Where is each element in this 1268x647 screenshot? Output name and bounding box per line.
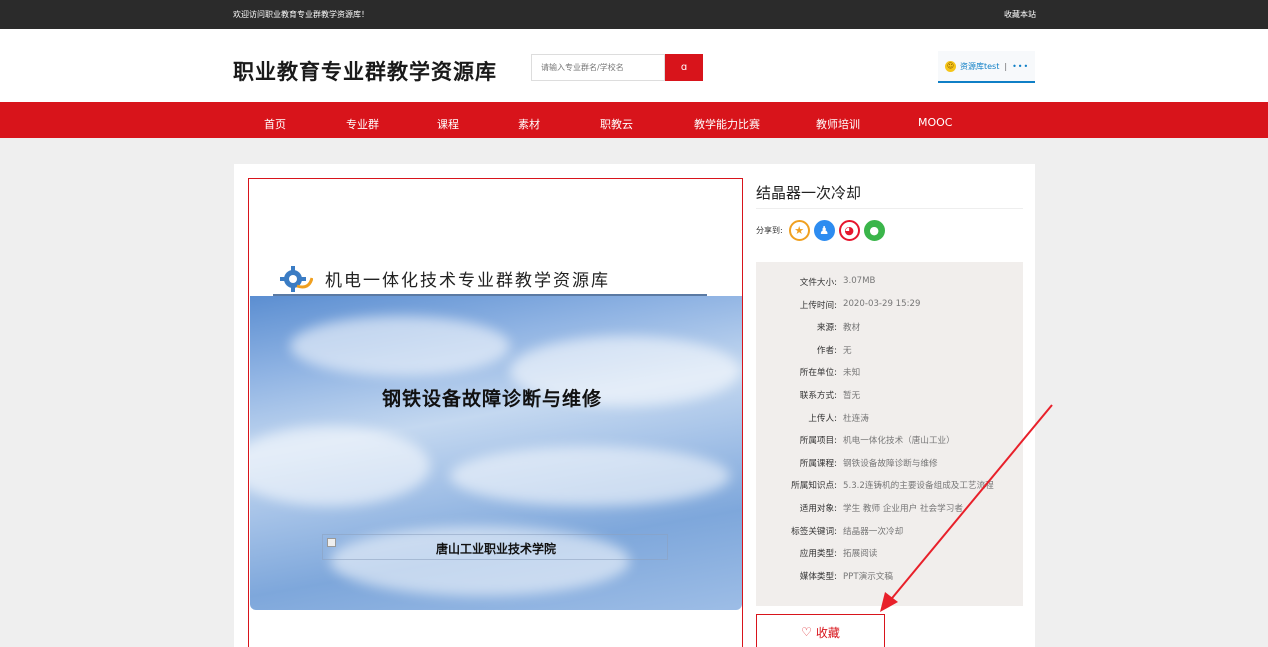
add-favorite-link[interactable]: 收藏本站: [1004, 9, 1036, 20]
info-row: 媒体类型: PPT演示文稿: [756, 570, 1023, 593]
info-value: 无: [843, 345, 852, 356]
slide-header: 机电一体化技术专业群教学资源库: [277, 261, 707, 296]
document-preview[interactable]: 机电一体化技术专业群教学资源库 钢铁设备故障诊断与维修 唐山工业职业技术学院: [248, 178, 743, 647]
info-row: 文件大小: 3.07MB: [756, 276, 1023, 299]
info-label: 来源:: [816, 323, 837, 334]
info-value: 拓展阅读: [843, 549, 878, 560]
search-button[interactable]: ɑ: [665, 54, 703, 81]
info-label: 适用对象:: [799, 503, 837, 514]
info-value: 5.3.2连铸机的主要设备组成及工艺流程: [843, 481, 994, 492]
info-label: 媒体类型:: [799, 571, 837, 582]
info-row: 上传人: 杜连涛: [756, 412, 1023, 435]
info-label: 所属项目:: [799, 436, 837, 447]
slide-footer-box: 唐山工业职业技术学院: [322, 534, 668, 560]
info-row: 所属项目: 机电一体化技术（唐山工业）: [756, 434, 1023, 457]
user-name[interactable]: 资源库test: [960, 61, 999, 72]
share-label: 分享到:: [756, 226, 783, 235]
weibo-icon[interactable]: ◕: [838, 220, 860, 241]
info-label: 应用类型:: [799, 549, 837, 560]
nav-item-specialty-group[interactable]: 专业群: [346, 116, 379, 132]
resource-info-box: 文件大小: 3.07MB 上传时间: 2020-03-29 15:29 来源: 教材 …: [756, 262, 1023, 606]
site-logo[interactable]: 职业教育专业群教学资源库: [233, 56, 497, 86]
avatar: ☺: [945, 60, 956, 72]
info-value: 杜连涛: [843, 413, 869, 424]
info-row: 应用类型: 拓展阅读: [756, 547, 1023, 570]
slide-footer-text: 唐山工业职业技术学院: [435, 542, 556, 556]
info-value: 钢铁设备故障诊断与维修: [843, 458, 938, 469]
info-label: 作者:: [816, 345, 837, 356]
top-bar: 欢迎访问职业教育专业群教学资源库！ 收藏本站: [0, 0, 1268, 29]
info-row: 联系方式: 暂无: [756, 389, 1023, 412]
gear-logo-icon: [280, 265, 313, 292]
info-row: 所在单位: 未知: [756, 366, 1023, 389]
info-label: 联系方式:: [799, 390, 837, 401]
info-value: 暂无: [843, 390, 861, 401]
main-nav: 首页 专业群 课程 素材 职教云 教学能力比赛 教师培训 MOOC: [0, 102, 1268, 138]
slide-title: 机电一体化技术专业群教学资源库: [325, 271, 610, 291]
nav-item-materials[interactable]: 素材: [518, 116, 540, 132]
info-value: 机电一体化技术（唐山工业）: [843, 436, 955, 447]
info-row: 所属课程: 钢铁设备故障诊断与维修: [756, 457, 1023, 480]
info-label: 所属知识点:: [791, 481, 837, 492]
user-menu[interactable]: ☺ 资源库test | •••: [938, 51, 1035, 83]
star-icon[interactable]: ★: [788, 220, 810, 241]
slide-background: 钢铁设备故障诊断与维修 唐山工业职业技术学院: [250, 296, 742, 610]
info-value: 学生 教师 企业用户 社会学习者: [843, 503, 963, 514]
info-value: PPT演示文稿: [843, 571, 893, 582]
info-value: 3.07MB: [843, 276, 876, 286]
info-value: 教材: [843, 323, 861, 334]
info-value: 2020-03-29 15:29: [843, 298, 921, 309]
info-label: 所属课程:: [799, 458, 837, 469]
info-row: 来源: 教材: [756, 321, 1023, 344]
nav-item-home[interactable]: 首页: [264, 116, 286, 132]
info-row: 上传时间: 2020-03-29 15:29: [756, 299, 1023, 322]
heart-icon: ♡: [801, 625, 812, 639]
info-label: 文件大小:: [799, 278, 837, 288]
title-divider: [756, 208, 1023, 209]
info-row: 作者: 无: [756, 344, 1023, 367]
nav-item-teacher-training[interactable]: 教师培训: [816, 116, 860, 132]
info-label: 上传时间:: [799, 300, 837, 311]
welcome-text: 欢迎访问职业教育专业群教学资源库！: [233, 10, 369, 19]
search-input[interactable]: [531, 54, 665, 81]
info-row: 适用对象: 学生 教师 企业用户 社会学习者: [756, 502, 1023, 525]
qq-icon[interactable]: ♟: [813, 220, 835, 241]
nav-item-mooc[interactable]: MOOC: [918, 116, 953, 129]
collect-button[interactable]: ♡ 收藏: [756, 614, 885, 647]
user-separator: |: [1004, 61, 1008, 71]
header: 职业教育专业群教学资源库 ɑ ☺ 资源库test | •••: [0, 29, 1268, 102]
more-icon[interactable]: •••: [1012, 62, 1029, 71]
collect-label: 收藏: [815, 625, 840, 640]
wechat-icon[interactable]: ●: [863, 220, 885, 241]
nav-item-teaching-competition[interactable]: 教学能力比赛: [694, 116, 760, 132]
resource-detail-panel: 机电一体化技术专业群教学资源库 钢铁设备故障诊断与维修 唐山工业职业技术学院 结…: [234, 164, 1035, 647]
resource-info-sidebar: 结晶器一次冷却 分享到: ★ ♟ ◕ ● 文件大小: 3.07MB 上传时间: 20…: [756, 164, 1023, 647]
info-row: 标签关键词: 结晶器一次冷却: [756, 525, 1023, 548]
slide-main-title: 钢铁设备故障诊断与维修: [381, 388, 602, 410]
info-label: 所在单位:: [799, 368, 837, 379]
search-icon: ɑ: [680, 62, 688, 73]
share-row: 分享到: ★ ♟ ◕ ●: [756, 220, 885, 241]
info-label: 上传人:: [808, 413, 837, 424]
info-row: 所属知识点: 5.3.2连铸机的主要设备组成及工艺流程: [756, 479, 1023, 502]
info-value: 未知: [843, 368, 861, 379]
nav-item-zhijiaoyun[interactable]: 职教云: [600, 116, 633, 132]
resource-title: 结晶器一次冷却: [756, 184, 862, 202]
info-value: 结晶器一次冷却: [843, 526, 904, 537]
info-label: 标签关键词:: [791, 526, 837, 537]
nav-item-courses[interactable]: 课程: [437, 116, 459, 132]
